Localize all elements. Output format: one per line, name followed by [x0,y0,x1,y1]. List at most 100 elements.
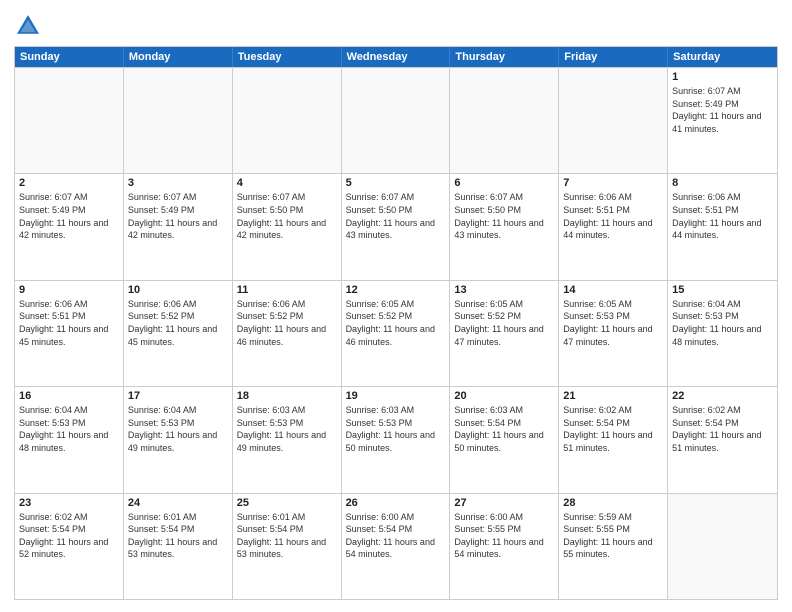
cell-info: Sunrise: 6:07 AMSunset: 5:50 PMDaylight:… [454,191,554,241]
day-number: 12 [346,284,446,296]
calendar-header-row: SundayMondayTuesdayWednesdayThursdayFrid… [15,47,777,67]
day-number: 21 [563,390,663,402]
calendar-body: 1Sunrise: 6:07 AMSunset: 5:49 PMDaylight… [15,67,777,599]
cal-day-14: 14 Sunrise: 6:05 AMSunset: 5:53 PMDayligh… [559,281,668,386]
cal-empty-0-3 [342,68,451,173]
cal-day-9: 9 Sunrise: 6:06 AMSunset: 5:51 PMDaylight… [15,281,124,386]
cal-day-23: 23 Sunrise: 6:02 AMSunset: 5:54 PMDayligh… [15,494,124,599]
cell-info: Sunrise: 6:04 AMSunset: 5:53 PMDaylight:… [128,404,228,454]
day-number: 23 [19,497,119,509]
cal-header-tuesday: Tuesday [233,47,342,67]
cell-info: Sunrise: 6:00 AMSunset: 5:54 PMDaylight:… [346,511,446,561]
page: SundayMondayTuesdayWednesdayThursdayFrid… [0,0,792,612]
cell-info: Sunrise: 6:01 AMSunset: 5:54 PMDaylight:… [128,511,228,561]
day-number: 25 [237,497,337,509]
cell-info: Sunrise: 6:05 AMSunset: 5:52 PMDaylight:… [454,298,554,348]
day-number: 14 [563,284,663,296]
day-number: 16 [19,390,119,402]
logo-icon [14,12,42,40]
cell-info: Sunrise: 6:06 AMSunset: 5:51 PMDaylight:… [19,298,119,348]
cal-header-sunday: Sunday [15,47,124,67]
day-number: 26 [346,497,446,509]
cal-week-0: 1Sunrise: 6:07 AMSunset: 5:49 PMDaylight… [15,67,777,173]
cell-info: Sunrise: 6:00 AMSunset: 5:55 PMDaylight:… [454,511,554,561]
cell-info: Sunrise: 6:06 AMSunset: 5:52 PMDaylight:… [128,298,228,348]
cell-info: Sunrise: 6:03 AMSunset: 5:53 PMDaylight:… [346,404,446,454]
cal-day-1: 1Sunrise: 6:07 AMSunset: 5:49 PMDaylight… [668,68,777,173]
cal-empty-4-6 [668,494,777,599]
cal-header-saturday: Saturday [668,47,777,67]
cell-info: Sunrise: 6:06 AMSunset: 5:51 PMDaylight:… [563,191,663,241]
day-number: 20 [454,390,554,402]
cal-day-24: 24 Sunrise: 6:01 AMSunset: 5:54 PMDayligh… [124,494,233,599]
day-number: 10 [128,284,228,296]
cell-info: Sunrise: 6:07 AMSunset: 5:49 PMDaylight:… [128,191,228,241]
cell-info: Sunrise: 6:05 AMSunset: 5:53 PMDaylight:… [563,298,663,348]
day-number: 15 [672,284,773,296]
day-number: 18 [237,390,337,402]
cell-info: Sunrise: 6:07 AMSunset: 5:50 PMDaylight:… [346,191,446,241]
cal-day-25: 25 Sunrise: 6:01 AMSunset: 5:54 PMDayligh… [233,494,342,599]
cal-empty-0-5 [559,68,668,173]
day-number: 22 [672,390,773,402]
day-number: 8 [672,177,773,189]
cal-day-28: 28 Sunrise: 5:59 AMSunset: 5:55 PMDayligh… [559,494,668,599]
cell-info: Sunrise: 6:03 AMSunset: 5:53 PMDaylight:… [237,404,337,454]
cell-info: Sunrise: 6:02 AMSunset: 5:54 PMDaylight:… [19,511,119,561]
day-number: 9 [19,284,119,296]
cell-info: Sunrise: 6:04 AMSunset: 5:53 PMDaylight:… [19,404,119,454]
cal-empty-0-0 [15,68,124,173]
cell-info: Sunrise: 6:03 AMSunset: 5:54 PMDaylight:… [454,404,554,454]
cal-day-11: 11 Sunrise: 6:06 AMSunset: 5:52 PMDayligh… [233,281,342,386]
day-number: 5 [346,177,446,189]
header [14,12,778,40]
cal-day-21: 21 Sunrise: 6:02 AMSunset: 5:54 PMDayligh… [559,387,668,492]
cal-day-22: 22Sunrise: 6:02 AMSunset: 5:54 PMDayligh… [668,387,777,492]
cal-header-wednesday: Wednesday [342,47,451,67]
cell-info: Sunrise: 6:02 AMSunset: 5:54 PMDaylight:… [563,404,663,454]
cal-day-10: 10 Sunrise: 6:06 AMSunset: 5:52 PMDayligh… [124,281,233,386]
cal-empty-0-2 [233,68,342,173]
cal-day-15: 15 Sunrise: 6:04 AMSunset: 5:53 PMDayligh… [668,281,777,386]
cell-info: Sunrise: 6:05 AMSunset: 5:52 PMDaylight:… [346,298,446,348]
day-number: 2 [19,177,119,189]
day-number: 28 [563,497,663,509]
cell-info: Sunrise: 6:07 AMSunset: 5:50 PMDaylight:… [237,191,337,241]
day-number: 4 [237,177,337,189]
cal-day-16: 16 Sunrise: 6:04 AMSunset: 5:53 PMDayligh… [15,387,124,492]
cell-info: Sunrise: 6:06 AMSunset: 5:51 PMDaylight:… [672,191,773,241]
cal-day-8: 8 Sunrise: 6:06 AMSunset: 5:51 PMDaylight… [668,174,777,279]
cell-info: Sunrise: 6:06 AMSunset: 5:52 PMDaylight:… [237,298,337,348]
cal-day-2: 2 Sunrise: 6:07 AMSunset: 5:49 PMDaylight… [15,174,124,279]
day-number: 27 [454,497,554,509]
cell-info: Sunrise: 6:07 AMSunset: 5:49 PMDaylight:… [672,85,773,135]
cal-day-3: 3Sunrise: 6:07 AMSunset: 5:49 PMDaylight… [124,174,233,279]
cal-day-12: 12 Sunrise: 6:05 AMSunset: 5:52 PMDayligh… [342,281,451,386]
cal-week-1: 2 Sunrise: 6:07 AMSunset: 5:49 PMDaylight… [15,173,777,279]
cal-day-18: 18 Sunrise: 6:03 AMSunset: 5:53 PMDayligh… [233,387,342,492]
cell-info: Sunrise: 6:07 AMSunset: 5:49 PMDaylight:… [19,191,119,241]
cal-day-5: 5 Sunrise: 6:07 AMSunset: 5:50 PMDaylight… [342,174,451,279]
cal-week-2: 9 Sunrise: 6:06 AMSunset: 5:51 PMDaylight… [15,280,777,386]
day-number: 6 [454,177,554,189]
cal-day-26: 26 Sunrise: 6:00 AMSunset: 5:54 PMDayligh… [342,494,451,599]
cal-day-4: 4 Sunrise: 6:07 AMSunset: 5:50 PMDaylight… [233,174,342,279]
day-number: 11 [237,284,337,296]
cal-day-27: 27 Sunrise: 6:00 AMSunset: 5:55 PMDayligh… [450,494,559,599]
cal-week-3: 16 Sunrise: 6:04 AMSunset: 5:53 PMDayligh… [15,386,777,492]
cell-info: Sunrise: 5:59 AMSunset: 5:55 PMDaylight:… [563,511,663,561]
day-number: 19 [346,390,446,402]
cell-info: Sunrise: 6:04 AMSunset: 5:53 PMDaylight:… [672,298,773,348]
day-number: 13 [454,284,554,296]
cell-info: Sunrise: 6:01 AMSunset: 5:54 PMDaylight:… [237,511,337,561]
cal-day-19: 19 Sunrise: 6:03 AMSunset: 5:53 PMDayligh… [342,387,451,492]
calendar: SundayMondayTuesdayWednesdayThursdayFrid… [14,46,778,600]
cal-day-13: 13 Sunrise: 6:05 AMSunset: 5:52 PMDayligh… [450,281,559,386]
cal-day-17: 17Sunrise: 6:04 AMSunset: 5:53 PMDayligh… [124,387,233,492]
day-number: 24 [128,497,228,509]
cal-week-4: 23 Sunrise: 6:02 AMSunset: 5:54 PMDayligh… [15,493,777,599]
cal-header-monday: Monday [124,47,233,67]
cal-header-thursday: Thursday [450,47,559,67]
cal-day-7: 7Sunrise: 6:06 AMSunset: 5:51 PMDaylight… [559,174,668,279]
cal-header-friday: Friday [559,47,668,67]
